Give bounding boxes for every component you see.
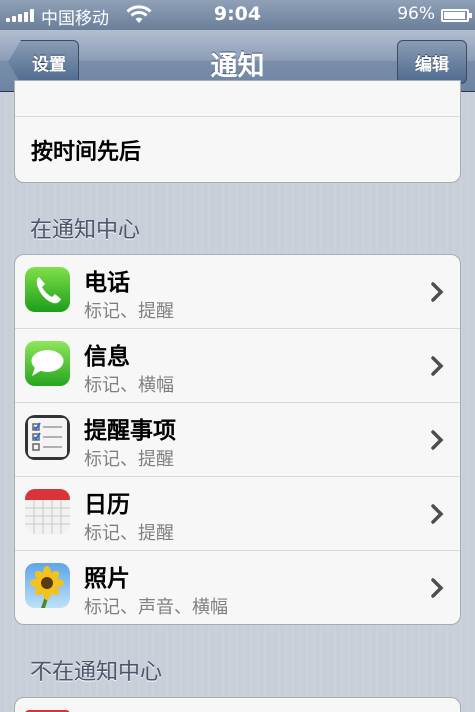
app-row-messages[interactable]: 信息 标记、横幅 bbox=[15, 329, 460, 403]
app-name: 照片 bbox=[84, 566, 130, 592]
app-row-reminders[interactable]: 提醒事项 标记、提醒 bbox=[15, 403, 460, 477]
app-name: 日历 bbox=[84, 492, 130, 518]
chevron-right-icon bbox=[431, 430, 444, 450]
in-center-app-list: 电话 标记、提醒 信息 标记、横幅 提醒事项 标记、提醒 日历 标记、提醒 照片… bbox=[14, 254, 461, 625]
not-in-center-app-list bbox=[14, 697, 461, 712]
reminders-icon bbox=[25, 415, 70, 460]
battery-percentage: 96% bbox=[397, 4, 435, 24]
app-notification-style: 标记、横幅 bbox=[84, 375, 174, 396]
battery-icon bbox=[441, 9, 472, 22]
photos-icon bbox=[25, 563, 70, 608]
app-name: 信息 bbox=[84, 344, 130, 370]
app-row-photos[interactable]: 照片 标记、声音、横幅 bbox=[15, 551, 460, 624]
chevron-right-icon bbox=[431, 504, 444, 524]
section-header-in-center: 在通知中心 bbox=[30, 218, 141, 243]
app-notification-style: 标记、声音、横幅 bbox=[84, 597, 228, 618]
app-name: 电话 bbox=[84, 270, 130, 296]
chevron-right-icon bbox=[431, 356, 444, 376]
chevron-right-icon bbox=[431, 282, 444, 302]
app-row-calendar[interactable]: 日历 标记、提醒 bbox=[15, 477, 460, 551]
app-notification-style: 标记、提醒 bbox=[84, 301, 174, 322]
calendar-icon bbox=[25, 489, 70, 534]
edit-button[interactable]: 编辑 bbox=[397, 40, 467, 84]
app-row-phone[interactable]: 电话 标记、提醒 bbox=[15, 255, 460, 329]
app-notification-style: 标记、提醒 bbox=[84, 449, 174, 470]
chevron-right-icon bbox=[431, 578, 444, 598]
section-header-not-in-center: 不在通知中心 bbox=[30, 660, 163, 685]
sort-order-group: 按时间先后 bbox=[14, 80, 461, 183]
sort-option-partially-hidden[interactable] bbox=[15, 81, 460, 117]
app-notification-style: 标记、提醒 bbox=[84, 523, 174, 544]
status-bar: 中国移动 9:04 96% bbox=[0, 0, 475, 30]
messages-icon bbox=[25, 341, 70, 386]
sort-by-time-option[interactable]: 按时间先后 bbox=[15, 117, 460, 182]
battery-level bbox=[444, 12, 466, 19]
phone-icon bbox=[25, 267, 70, 312]
app-name: 提醒事项 bbox=[84, 418, 176, 444]
